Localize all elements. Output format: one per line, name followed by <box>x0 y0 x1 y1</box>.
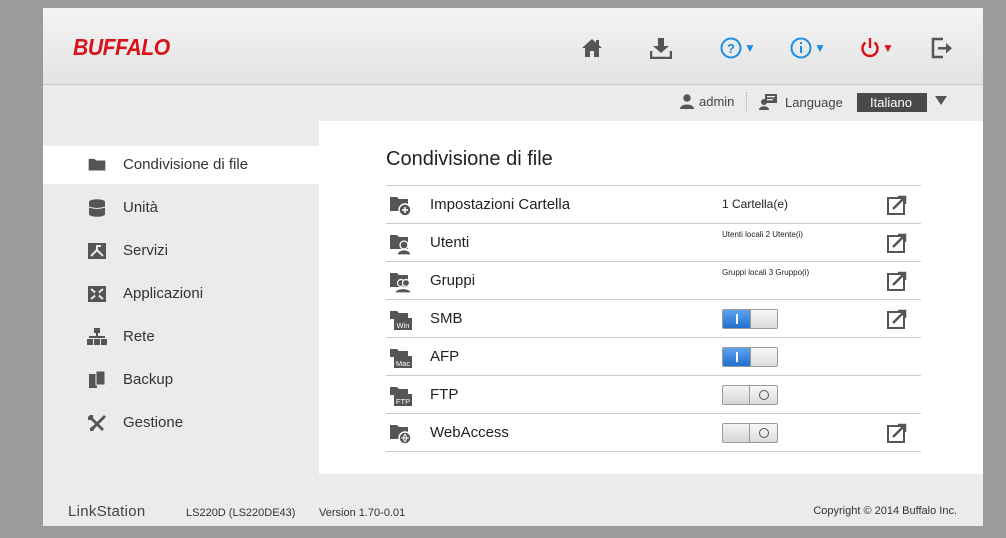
list-item-users[interactable]: Utenti Utenti locali 2 Utente(i) <box>386 224 921 262</box>
page-title: Condivisione di file <box>386 148 553 170</box>
sidebar-item-backup[interactable]: Backup <box>43 361 319 399</box>
info-menu-button[interactable]: ▼ <box>790 36 826 60</box>
chevron-down-icon: ▼ <box>744 41 756 55</box>
open-external-icon[interactable] <box>887 233 907 253</box>
sidebar-item-label: Condivisione di file <box>123 156 249 173</box>
list-item-folder-settings[interactable]: Impostazioni Cartella 1 Cartella(e) <box>386 186 921 224</box>
sidebar-item-file-sharing[interactable]: Condivisione di file <box>43 146 319 184</box>
copyright: Copyright © 2014 Buffalo Inc. <box>813 505 957 517</box>
sidebar-item-label: Applicazioni <box>123 285 204 302</box>
backup-icon <box>89 371 106 388</box>
row-label: Utenti <box>430 234 470 251</box>
row-label: AFP <box>430 348 460 365</box>
open-external-icon[interactable] <box>887 309 907 329</box>
afp-toggle[interactable] <box>722 347 778 367</box>
network-icon <box>87 328 107 345</box>
list-item-ftp[interactable]: FTP FTP <box>386 376 921 414</box>
language-label: Language <box>785 94 843 110</box>
sidebar-item-label: Unità <box>123 199 159 216</box>
chevron-down-icon[interactable] <box>935 96 947 105</box>
user-icon <box>680 94 694 109</box>
open-external-icon[interactable] <box>887 195 907 215</box>
folder-group-icon <box>390 273 412 293</box>
power-icon <box>861 38 879 58</box>
svg-text:?: ? <box>727 41 735 56</box>
open-external-icon[interactable] <box>887 271 907 291</box>
model-name: LS220D (LS220DE43) <box>186 507 296 519</box>
download-icon[interactable] <box>650 36 672 60</box>
webaccess-toggle[interactable] <box>722 423 778 443</box>
open-external-icon[interactable] <box>887 423 907 443</box>
sidebar-item-network[interactable]: Rete <box>43 318 319 356</box>
ftp-toggle[interactable] <box>722 385 778 405</box>
firmware-version: Version 1.70-0.01 <box>319 507 406 519</box>
sidebar-item-drives[interactable]: Unità <box>43 189 319 227</box>
applications-icon <box>88 286 106 302</box>
sidebar-item-label: Rete <box>123 328 155 345</box>
list-item-groups[interactable]: Gruppi Gruppi locali 3 Gruppo(i) <box>386 262 921 300</box>
chevron-down-icon: ▼ <box>882 41 894 55</box>
logout-icon[interactable] <box>931 36 953 60</box>
folder-win-icon: Win <box>390 311 412 330</box>
info-icon <box>790 37 812 59</box>
row-value: Gruppi locali 3 Gruppo(i) <box>722 268 810 277</box>
folder-ftp-icon: FTP <box>390 387 412 406</box>
smb-toggle[interactable] <box>722 309 778 329</box>
row-label: FTP <box>430 386 459 403</box>
folder-user-icon <box>390 235 412 255</box>
settings-list: Impostazioni Cartella 1 Cartella(e) Uten… <box>386 185 921 452</box>
list-item-webaccess[interactable]: WebAccess <box>386 414 921 452</box>
app-frame: BUFFALO ? ▼ ▼ ▼ admin Language Italiano … <box>43 8 983 526</box>
row-value: 1 Cartella(e) <box>722 197 789 211</box>
help-menu-button[interactable]: ? ▼ <box>720 36 756 60</box>
services-icon <box>88 243 106 259</box>
chevron-down-icon: ▼ <box>814 41 826 55</box>
username: admin <box>699 94 735 109</box>
sidebar-item-label: Backup <box>123 371 174 388</box>
footer: LinkStation LS220D (LS220DE43) Version 1… <box>43 474 983 526</box>
user-bar: admin Language Italiano <box>43 86 983 120</box>
sidebar-item-label: Servizi <box>123 242 169 259</box>
buffalo-logo[interactable]: BUFFALO <box>73 34 170 61</box>
power-menu-button[interactable]: ▼ <box>860 36 894 60</box>
folder-mac-icon: Mac <box>390 349 412 368</box>
divider <box>746 92 747 112</box>
list-item-smb[interactable]: Win SMB <box>386 300 921 338</box>
top-bar: BUFFALO ? ▼ ▼ ▼ <box>43 8 983 85</box>
folder-add-icon <box>390 197 412 217</box>
win-tag: Win <box>397 321 410 330</box>
sidebar-item-management[interactable]: Gestione <box>43 404 319 442</box>
list-item-afp[interactable]: Mac AFP <box>386 338 921 376</box>
sidebar-item-services[interactable]: Servizi <box>43 232 319 270</box>
row-label: SMB <box>430 310 463 327</box>
language-label-group: Language <box>759 94 843 110</box>
main-panel: Condivisione di file Impostazioni Cartel… <box>319 121 983 474</box>
row-value: Utenti locali 2 Utente(i) <box>722 230 803 239</box>
ftp-tag: FTP <box>396 397 410 406</box>
product-brand: LinkStation <box>68 503 146 520</box>
language-select[interactable]: Italiano <box>857 93 927 112</box>
tools-icon <box>88 415 106 431</box>
folder-icon <box>88 158 106 171</box>
folder-web-icon <box>390 425 412 445</box>
language-icon <box>759 94 777 110</box>
help-icon: ? <box>720 37 742 59</box>
mac-tag: Mac <box>396 359 410 368</box>
sidebar-item-applications[interactable]: Applicazioni <box>43 275 319 313</box>
disk-icon <box>88 199 106 217</box>
row-label: Gruppi <box>430 272 476 289</box>
home-icon[interactable] <box>581 36 603 60</box>
row-label: WebAccess <box>430 424 509 441</box>
user-info: admin <box>679 94 734 109</box>
sidebar-item-label: Gestione <box>123 414 184 431</box>
row-label: Impostazioni Cartella <box>430 196 571 213</box>
